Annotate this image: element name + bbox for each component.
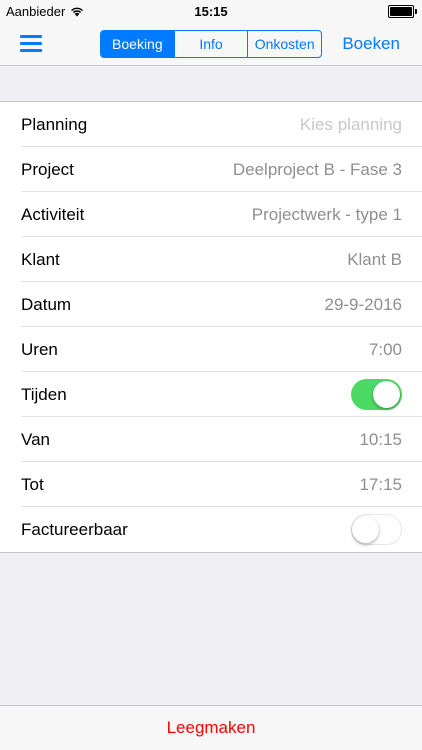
row-label: Activiteit <box>21 204 85 224</box>
row-label: Factureerbaar <box>21 519 128 539</box>
booking-form: Planning Kies planning Project Deelproje… <box>0 101 422 553</box>
segment-boeking[interactable]: Boeking <box>101 31 174 57</box>
row-uren[interactable]: Uren 7:00 <box>0 327 422 372</box>
toggle-knob <box>352 515 379 543</box>
row-van[interactable]: Van 10:15 <box>0 417 422 462</box>
row-value: Projectwerk - type 1 <box>251 204 402 224</box>
battery-icon <box>388 5 417 18</box>
leegmaken-button[interactable]: Leegmaken <box>167 718 256 738</box>
tijden-toggle[interactable] <box>351 379 402 410</box>
row-value: 17:15 <box>359 474 402 494</box>
menu-icon[interactable] <box>20 35 42 53</box>
factureerbaar-toggle[interactable] <box>351 514 402 545</box>
boeken-button[interactable]: Boeken <box>342 34 400 54</box>
segment-info[interactable]: Info <box>173 31 248 57</box>
row-klant[interactable]: Klant Klant B <box>0 237 422 282</box>
row-label: Tot <box>21 474 44 494</box>
row-label: Tijden <box>21 384 67 404</box>
navigation-bar: Boeking Info Onkosten Boeken <box>0 22 422 66</box>
row-value: Klant B <box>347 249 402 269</box>
segment-onkosten[interactable]: Onkosten <box>247 31 321 57</box>
row-value: Kies planning <box>299 114 402 134</box>
row-value: Deelproject B - Fase 3 <box>232 159 402 179</box>
bottom-toolbar: Leegmaken <box>0 705 422 750</box>
row-label: Project <box>21 159 74 179</box>
row-activiteit[interactable]: Activiteit Projectwerk - type 1 <box>0 192 422 237</box>
row-datum[interactable]: Datum 29-9-2016 <box>0 282 422 327</box>
row-project[interactable]: Project Deelproject B - Fase 3 <box>0 147 422 192</box>
row-tot[interactable]: Tot 17:15 <box>0 462 422 507</box>
status-bar: Aanbieder 15:15 <box>0 0 422 22</box>
row-value: 7:00 <box>368 339 402 359</box>
row-label: Van <box>21 429 50 449</box>
row-factureerbaar: Factureerbaar <box>0 507 422 552</box>
row-tijden: Tijden <box>0 372 422 417</box>
row-planning[interactable]: Planning Kies planning <box>0 102 422 147</box>
row-label: Klant <box>21 249 60 269</box>
row-value: 10:15 <box>359 429 402 449</box>
row-value: 29-9-2016 <box>324 294 402 314</box>
status-bar-time: 15:15 <box>194 4 228 19</box>
row-label: Planning <box>21 114 88 134</box>
row-label: Uren <box>21 339 58 359</box>
toggle-knob <box>373 381 400 408</box>
segmented-control: Boeking Info Onkosten <box>100 30 322 58</box>
row-label: Datum <box>21 294 72 314</box>
